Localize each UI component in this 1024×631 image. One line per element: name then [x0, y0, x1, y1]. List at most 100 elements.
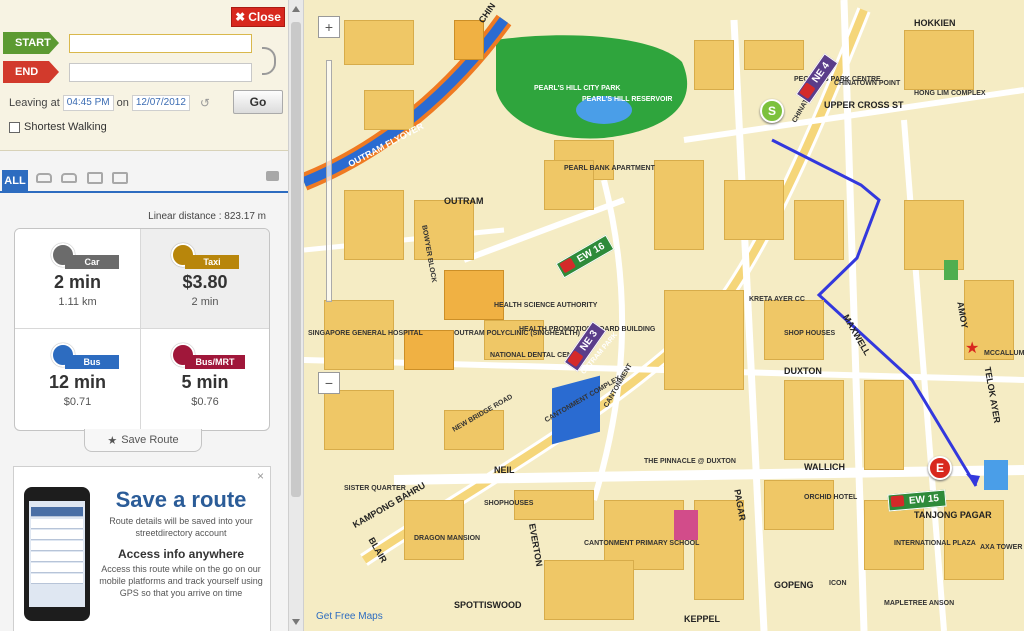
bus-icon[interactable]	[87, 172, 103, 184]
map-label: THE PINNACLE @ DUXTON	[644, 458, 736, 465]
result-label: Taxi	[185, 255, 239, 269]
map-label: SHOP HOUSES	[784, 330, 836, 337]
result-bus-mrt[interactable]: Bus/MRT 5 min $0.76	[141, 329, 269, 430]
result-time: 5 min	[181, 372, 229, 392]
result-car[interactable]: Car 2 min 1.11 km	[15, 229, 141, 329]
start-input[interactable]	[69, 34, 252, 53]
leaving-label: Leaving at	[9, 97, 60, 109]
map-label: NEIL	[494, 465, 515, 475]
zoom-in-button[interactable]: +	[318, 16, 340, 38]
promo-title: Save a route	[115, 487, 247, 512]
scroll-down-icon[interactable]	[292, 619, 300, 625]
save-route-label: Save Route	[121, 434, 179, 446]
map-label: PEARL BANK APARTMENT	[564, 165, 655, 172]
map-label: SHOPHOUSES	[484, 500, 534, 507]
shortest-walking-option[interactable]: Shortest Walking	[9, 121, 107, 133]
map-label: PEARL'S HILL CITY PARK	[534, 85, 621, 92]
phone-screen	[29, 501, 85, 607]
result-label: Car	[65, 255, 119, 269]
map-label: SISTER QUARTER	[344, 485, 406, 492]
zoom-out-button[interactable]: −	[318, 372, 340, 394]
phone-image	[24, 487, 90, 621]
mrt-logo-icon	[799, 82, 816, 100]
map-label: ORCHID HOTEL	[804, 494, 858, 501]
comment-icon[interactable]	[266, 171, 279, 181]
mrt-logo-icon	[890, 495, 905, 508]
result-time: 2 min	[191, 296, 219, 308]
shortest-walking-checkbox[interactable]	[9, 121, 20, 133]
route-results-grid: Car 2 min 1.11 km Taxi $3.80 2 min Bus 1…	[14, 228, 270, 431]
map-label: PEARL'S HILL RESERVOIR	[582, 96, 673, 103]
close-button[interactable]: ✖ Close	[231, 7, 285, 27]
close-icon[interactable]: ×	[257, 469, 264, 483]
result-label: Bus/MRT	[185, 355, 245, 369]
map-label: CANTONMENT PRIMARY SCHOOL	[584, 540, 700, 547]
result-label: Bus	[65, 355, 119, 369]
tab-all[interactable]: ALL	[2, 170, 28, 191]
result-distance: 1.11 km	[58, 296, 97, 308]
on-label: on	[116, 97, 129, 109]
map-credit-link[interactable]: Get Free Maps	[316, 611, 383, 622]
taxi-icon[interactable]	[61, 173, 77, 183]
reset-time-icon[interactable]: ↺	[200, 96, 210, 110]
map-label: DUXTON	[784, 366, 822, 376]
promo-text: Access this route while on the go on our…	[99, 564, 263, 598]
result-bus[interactable]: Bus 12 min $0.71	[15, 329, 141, 430]
result-time: 12 min	[48, 372, 107, 392]
route-form: ✖ Close START END Leaving at 04:45 PM on…	[0, 0, 288, 151]
result-fare: $0.76	[191, 396, 219, 408]
linear-distance: Linear distance : 823.17 m	[148, 211, 266, 222]
bus-mrt-icon[interactable]	[112, 172, 128, 184]
landmark-star-icon[interactable]: ★	[965, 338, 979, 358]
end-tag: END	[3, 61, 59, 83]
map-label: KEPPEL	[684, 614, 721, 624]
end-input[interactable]	[69, 63, 252, 82]
scroll-thumb[interactable]	[291, 22, 301, 497]
map-label: INTERNATIONAL PLAZA	[894, 540, 976, 547]
zoom-slider[interactable]	[326, 60, 332, 302]
promo-subtitle: Access info anywhere	[117, 547, 245, 561]
route-sidebar: ✖ Close START END Leaving at 04:45 PM on…	[0, 0, 289, 631]
map-label: KRETA AYER CC	[749, 296, 805, 303]
mrt-code: EW 15	[908, 493, 940, 507]
result-taxi[interactable]: Taxi $3.80 2 min	[141, 229, 269, 329]
map-label: WALLICH	[804, 462, 845, 472]
transport-mode-tabs: ALL	[0, 167, 288, 193]
map-label: UPPER CROSS ST	[824, 100, 904, 110]
leaving-time-row: Leaving at 04:45 PM on 12/07/2012 ↺	[9, 95, 210, 111]
mrt-logo-icon	[559, 257, 576, 274]
save-route-button[interactable]: ★ Save Route	[84, 429, 202, 452]
close-icon: ✖	[235, 10, 246, 24]
result-time: 2 min	[53, 272, 101, 292]
car-icon[interactable]	[36, 173, 52, 183]
date-input[interactable]: 12/07/2012	[131, 95, 190, 111]
go-button[interactable]: Go	[233, 90, 283, 114]
swap-direction-icon[interactable]	[262, 47, 276, 75]
map-label: MAPLETREE ANSON	[884, 600, 955, 607]
map-label: ICON	[829, 580, 847, 587]
map-label: OUTRAM	[444, 196, 484, 206]
save-route-promo: × Save a route Route details will be sav…	[13, 466, 271, 631]
result-fare: $0.71	[63, 396, 92, 408]
map-canvas[interactable]: OUTRAM FLYOVER OUTRAM PEARL'S HILL CITY …	[304, 0, 1024, 631]
map-label: HOKKIEN	[914, 18, 956, 28]
map-label: SPOTTISWOOD	[454, 600, 522, 610]
map-label: MCCALLUM	[984, 350, 1024, 357]
map-label: HEALTH SCIENCE AUTHORITY	[494, 302, 598, 309]
mrt-logo-icon	[567, 350, 584, 368]
time-input[interactable]: 04:45 PM	[62, 95, 114, 111]
map-label: TANJONG PAGAR	[914, 510, 992, 520]
map-label: GOPENG	[774, 580, 814, 590]
map-label: DRAGON MANSION	[414, 535, 481, 542]
promo-text: Route details will be saved into your st…	[109, 516, 253, 538]
start-tag: START	[3, 32, 59, 54]
sidebar-scrollbar[interactable]	[288, 0, 304, 631]
zoom-control[interactable]: + −	[318, 16, 340, 394]
star-icon: ★	[107, 434, 118, 447]
scroll-up-icon[interactable]	[292, 6, 300, 12]
map-label: AXA TOWER	[980, 544, 1023, 551]
result-fare: $3.80	[182, 272, 228, 292]
end-marker[interactable]: E	[928, 456, 952, 480]
start-marker[interactable]: S	[760, 99, 784, 123]
close-label: Close	[248, 10, 281, 24]
